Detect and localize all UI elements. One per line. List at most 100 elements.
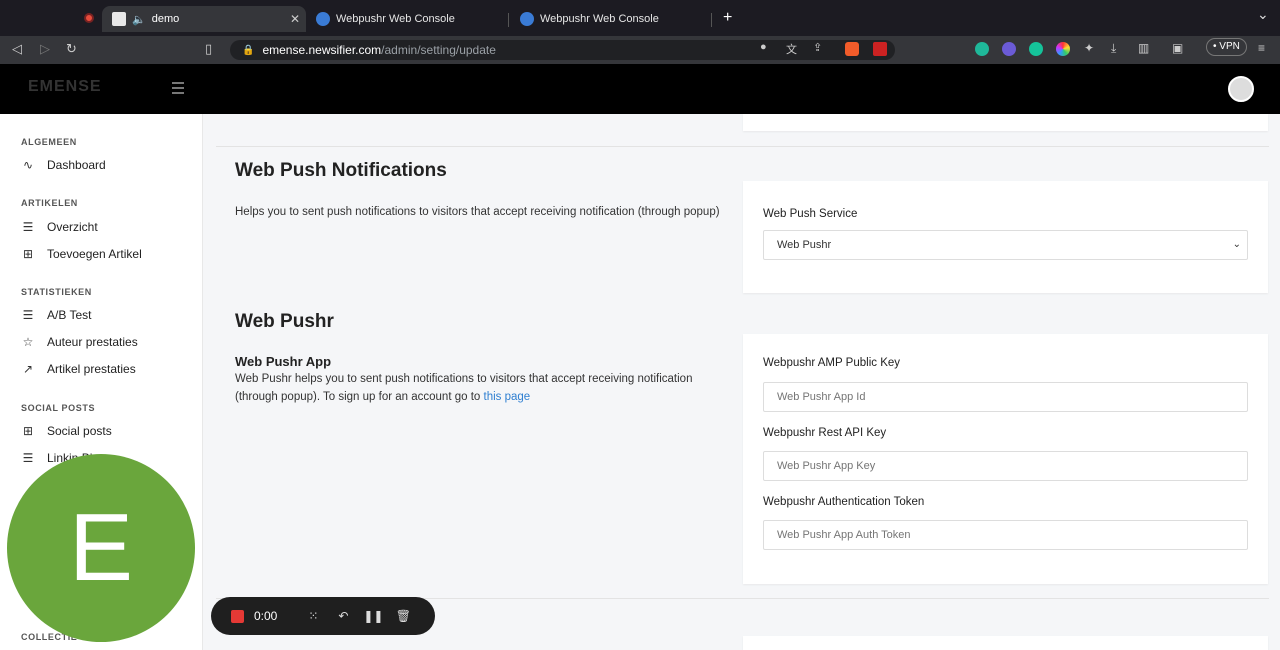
sidebar-item-label: Artikel prestaties xyxy=(47,362,136,376)
tab-demo[interactable]: 🔈 demo ✕ xyxy=(102,6,306,32)
list-icon: ☰ xyxy=(22,308,34,322)
newsifier-favicon-icon xyxy=(112,12,126,26)
tab-list-chevron-icon[interactable]: ⌄ xyxy=(1257,6,1269,23)
bookmark-icon[interactable]: ▯ xyxy=(205,41,212,57)
sidebar-section-artikelen: ARTIKELEN xyxy=(21,198,78,208)
amp-public-key-input[interactable] xyxy=(763,382,1248,412)
app-header: EMENSE xyxy=(0,64,1280,114)
webpushr-description: Web Pushr helps you to sent push notific… xyxy=(235,370,725,406)
hamburger-menu-icon[interactable] xyxy=(172,82,184,97)
sidebar-item-social-posts[interactable]: ⊞ Social posts xyxy=(21,424,112,438)
trash-icon[interactable]: 🗑 xyxy=(393,609,413,623)
divider xyxy=(216,146,1269,147)
url-host: emense.newsifier.com xyxy=(262,43,382,57)
select-value: Web Pushr xyxy=(777,239,832,251)
sidebar-item-label: Toevoegen Artikel xyxy=(47,247,142,261)
section-description-web-push: Helps you to sent push notifications to … xyxy=(235,206,720,218)
extensions-puzzle-icon[interactable]: ✦ xyxy=(1084,41,1094,55)
brave-shield-icon[interactable] xyxy=(845,42,859,56)
sidebar-toggle-icon[interactable]: ▥ xyxy=(1138,41,1149,55)
record-indicator-icon xyxy=(84,13,94,23)
pause-icon[interactable]: ❚❚ xyxy=(363,609,383,623)
list-icon: ☰ xyxy=(22,451,34,465)
menu-icon[interactable]: ≡ xyxy=(1258,41,1265,55)
new-tab-button[interactable]: + xyxy=(723,9,732,27)
stop-recording-button[interactable] xyxy=(231,609,244,623)
grammarly-icon[interactable] xyxy=(1029,42,1043,56)
activity-icon: ∿ xyxy=(22,158,34,172)
speaker-icon: 🔈 xyxy=(132,13,146,26)
sidebar-section-algemeen: ALGEMEEN xyxy=(21,137,77,147)
translate-icon[interactable]: 文 xyxy=(786,41,797,57)
app-logo[interactable]: EMENSE xyxy=(28,78,102,96)
sidebar-item-label: Overzicht xyxy=(47,220,98,234)
signup-link[interactable]: this page xyxy=(484,391,531,403)
sidebar-item-toevoegen-artikel[interactable]: ⊞ Toevoegen Artikel xyxy=(21,247,142,261)
sidebar-item-auteur-prestaties[interactable]: ☆ Auteur prestaties xyxy=(21,335,138,349)
browser-toolbar: ◁ ▷ ↻ ▯ 🔒 emense.newsifier.com/admin/set… xyxy=(0,36,1280,64)
webpushr-favicon-icon xyxy=(316,12,330,26)
auth-token-label: Webpushr Authentication Token xyxy=(763,496,925,508)
web-push-service-select[interactable]: Web Pushr ⌄ xyxy=(763,230,1248,260)
star-icon: ☆ xyxy=(22,335,34,349)
settings-card xyxy=(743,636,1268,650)
webpushr-keys-card: Webpushr AMP Public Key Webpushr Rest AP… xyxy=(743,334,1268,584)
color-picker-icon[interactable] xyxy=(1056,42,1070,56)
brave-rewards-icon[interactable] xyxy=(873,42,887,56)
vpn-button[interactable]: • VPN xyxy=(1206,38,1247,56)
extension-2-icon[interactable] xyxy=(1002,42,1016,56)
sidebar-item-ab-test[interactable]: ☰ A/B Test xyxy=(21,308,92,322)
user-avatar-icon[interactable] xyxy=(1228,76,1254,102)
forward-icon[interactable]: ▷ xyxy=(40,41,50,57)
tab-separator xyxy=(711,13,712,27)
reload-icon[interactable]: ↻ xyxy=(66,41,77,57)
undo-icon[interactable]: ↶ xyxy=(333,609,353,623)
grid-icon: ⊞ xyxy=(22,424,34,438)
web-push-service-card: Web Push Service Web Pushr ⌄ xyxy=(743,181,1268,293)
webpushr-favicon-icon xyxy=(520,12,534,26)
tab-label: Webpushr Web Console xyxy=(540,13,659,25)
sidebar-section-statistieken: STATISTIEKEN xyxy=(21,287,92,297)
web-push-service-label: Web Push Service xyxy=(763,208,858,220)
microphone-icon[interactable]: ● xyxy=(760,41,767,53)
webpushr-app-title: Web Pushr App xyxy=(235,354,332,369)
tab-webpushr-2[interactable]: Webpushr Web Console xyxy=(510,6,710,32)
section-title-web-push: Web Push Notifications xyxy=(235,160,447,181)
settings-card xyxy=(743,114,1268,131)
tab-label: demo xyxy=(151,13,180,25)
sidebar-item-label: Auteur prestaties xyxy=(47,335,138,349)
vpn-label: VPN xyxy=(1219,41,1240,52)
sidebar-item-dashboard[interactable]: ∿ Dashboard xyxy=(21,158,106,172)
rest-api-key-label: Webpushr Rest API Key xyxy=(763,427,887,439)
sidebar-item-artikel-prestaties[interactable]: ↗ Artikel prestaties xyxy=(21,362,136,376)
lock-icon: 🔒 xyxy=(242,44,255,56)
browser-tab-bar: 🔈 demo ✕ Webpushr Web Console Webpushr W… xyxy=(0,0,1280,36)
trending-up-icon: ↗ xyxy=(22,362,34,376)
tab-webpushr-1[interactable]: Webpushr Web Console xyxy=(306,6,506,32)
wallet-icon[interactable]: ▣ xyxy=(1172,41,1183,55)
list-icon: ☰ xyxy=(22,220,34,234)
settings-main: Web Push Notifications Helps you to sent… xyxy=(203,114,1280,650)
auth-token-input[interactable] xyxy=(763,520,1248,550)
grid-dots-icon[interactable]: ⁙ xyxy=(303,609,323,623)
close-icon[interactable]: ✕ xyxy=(290,12,300,26)
download-icon[interactable]: ⤓ xyxy=(1111,41,1116,56)
amp-public-key-label: Webpushr AMP Public Key xyxy=(763,357,901,369)
webpushr-description-text: Web Pushr helps you to sent push notific… xyxy=(235,373,693,403)
sidebar-item-label: Dashboard xyxy=(47,158,106,172)
tab-separator xyxy=(508,13,509,27)
recorder-timer: 0:00 xyxy=(254,609,278,623)
url-path: /admin/setting/update xyxy=(381,43,496,57)
section-title-webpushr: Web Pushr xyxy=(235,311,334,332)
share-icon[interactable]: ⇪ xyxy=(813,41,822,54)
plus-square-icon: ⊞ xyxy=(22,247,34,261)
tab-label: Webpushr Web Console xyxy=(336,13,455,25)
sidebar-item-overzicht[interactable]: ☰ Overzicht xyxy=(21,220,98,234)
rest-api-key-input[interactable] xyxy=(763,451,1248,481)
sidebar-item-label: A/B Test xyxy=(47,308,92,322)
webcam-avatar: E xyxy=(7,454,195,642)
sidebar-section-social-posts: SOCIAL POSTS xyxy=(21,403,96,413)
extension-1-icon[interactable] xyxy=(975,42,989,56)
back-icon[interactable]: ◁ xyxy=(12,41,22,57)
chevron-down-icon: ⌄ xyxy=(1232,239,1241,250)
